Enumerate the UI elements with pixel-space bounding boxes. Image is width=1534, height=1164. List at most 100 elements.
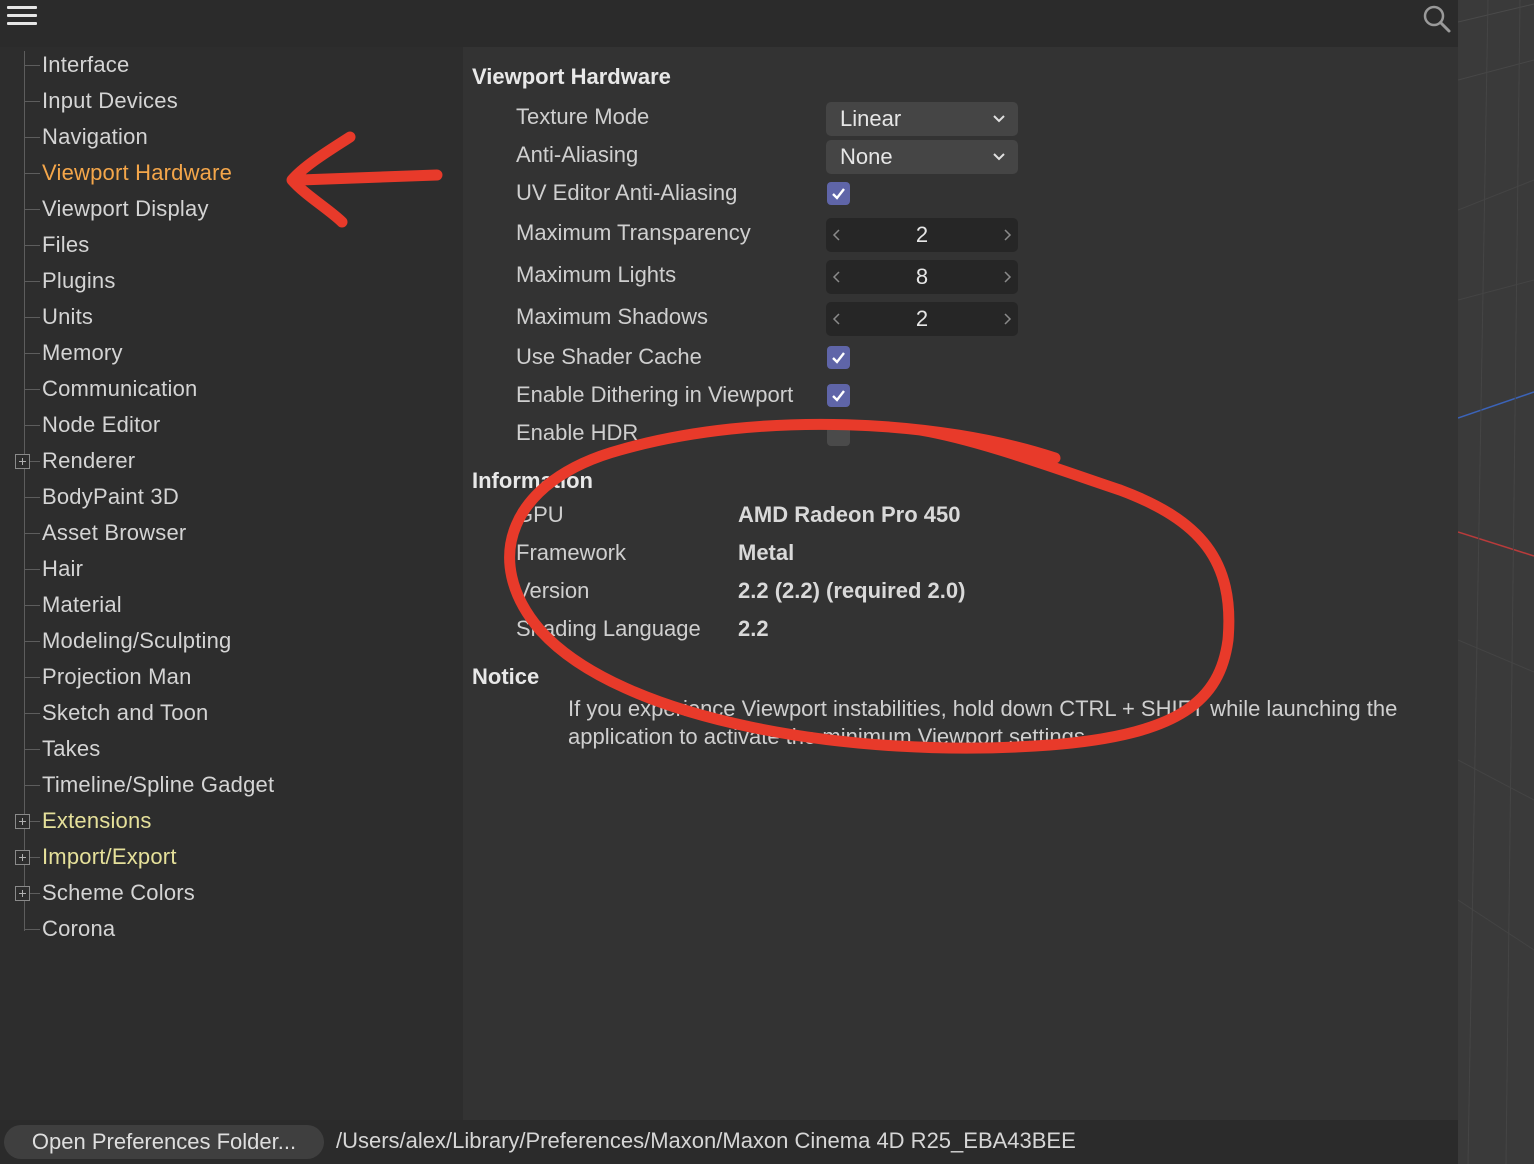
- sidebar-item-label: Viewport Hardware: [42, 160, 233, 185]
- sidebar-item-asset-browser[interactable]: Asset Browser: [24, 515, 186, 551]
- sidebar-item-bodypaint-3d[interactable]: BodyPaint 3D: [24, 479, 179, 515]
- sidebar-item-label: Corona: [42, 916, 116, 941]
- settings-panel: Viewport Hardware Texture Mode Linear An…: [463, 47, 1458, 1120]
- sidebar-item-label: Navigation: [42, 124, 148, 149]
- sidebar-item-navigation[interactable]: Navigation: [24, 119, 148, 155]
- max-lights-value[interactable]: 8: [826, 264, 1018, 290]
- sidebar-item-takes[interactable]: Takes: [24, 731, 100, 767]
- sidebar-item-files[interactable]: Files: [24, 227, 89, 263]
- checkmark-icon: [832, 390, 845, 402]
- sidebar-item-communication[interactable]: Communication: [24, 371, 197, 407]
- max-shadows-stepper[interactable]: 2: [826, 302, 1018, 336]
- max-transparency-value[interactable]: 2: [826, 222, 1018, 248]
- sidebar-item-material[interactable]: Material: [24, 587, 122, 623]
- sidebar-item-modeling-sculpting[interactable]: Modeling/Sculpting: [24, 623, 232, 659]
- sidebar-item-label: Input Devices: [42, 88, 178, 113]
- hamburger-menu-icon[interactable]: [7, 6, 37, 30]
- sidebar-item-viewport-display[interactable]: Viewport Display: [24, 191, 209, 227]
- sidebar-item-label: Interface: [42, 52, 130, 77]
- sidebar-item-label: Asset Browser: [42, 520, 187, 545]
- max-transparency-label: Maximum Transparency: [516, 220, 751, 245]
- framework-label: Framework: [516, 540, 627, 565]
- search-icon[interactable]: [1422, 4, 1452, 34]
- gpu-label: GPU: [516, 502, 564, 527]
- uv-editor-aa-checkbox[interactable]: [827, 182, 850, 205]
- sidebar-item-sketch-and-toon[interactable]: Sketch and Toon: [24, 695, 209, 731]
- anti-aliasing-value: None: [840, 144, 893, 169]
- sidebar-item-label: Sketch and Toon: [42, 700, 209, 725]
- use-shader-cache-checkbox[interactable]: [827, 346, 850, 369]
- top-bar: [0, 0, 1458, 47]
- section-title-viewport-hardware: Viewport Hardware: [472, 64, 671, 89]
- increment-arrow-icon[interactable]: [1001, 269, 1015, 285]
- sidebar-item-scheme-colors[interactable]: Scheme Colors: [15, 875, 195, 911]
- uv-editor-aa-label: UV Editor Anti-Aliasing: [516, 180, 738, 205]
- sidebar-item-label: Material: [42, 592, 122, 617]
- sidebar-item-label: Node Editor: [42, 412, 161, 437]
- expand-plus-icon[interactable]: [15, 885, 30, 901]
- sidebar-item-hair[interactable]: Hair: [24, 551, 83, 587]
- sidebar-item-viewport-hardware[interactable]: Viewport Hardware: [24, 155, 232, 191]
- sidebar-item-label: Timeline/Spline Gadget: [42, 772, 275, 797]
- sidebar-item-input-devices[interactable]: Input Devices: [24, 83, 178, 119]
- expand-plus-icon[interactable]: [15, 849, 30, 865]
- sidebar-item-plugins[interactable]: Plugins: [24, 263, 116, 299]
- chevron-down-icon: [993, 153, 1005, 161]
- expand-plus-icon[interactable]: [15, 813, 30, 829]
- max-transparency-stepper[interactable]: 2: [826, 218, 1018, 252]
- increment-arrow-icon[interactable]: [1001, 311, 1015, 327]
- enable-hdr-checkbox[interactable]: [827, 423, 850, 446]
- version-label: Version: [516, 578, 590, 603]
- sidebar-item-label: Renderer: [42, 448, 136, 473]
- section-title-information: Information: [472, 468, 593, 493]
- sidebar-item-import-export[interactable]: Import/Export: [15, 839, 177, 875]
- sidebar-item-label: Viewport Display: [42, 196, 209, 221]
- footer-bar: Open Preferences Folder... /Users/alex/L…: [0, 1120, 1458, 1164]
- checkmark-icon: [832, 188, 845, 200]
- sidebar-item-label: Import/Export: [42, 844, 177, 869]
- texture-mode-dropdown[interactable]: Linear: [826, 102, 1018, 136]
- sidebar-item-label: Memory: [42, 340, 123, 365]
- enable-hdr-label: Enable HDR: [516, 420, 639, 445]
- sidebar-item-interface[interactable]: Interface: [24, 47, 129, 83]
- sidebar-item-label: Communication: [42, 376, 198, 401]
- sidebar-item-units[interactable]: Units: [24, 299, 93, 335]
- sidebar-item-renderer[interactable]: Renderer: [15, 443, 136, 479]
- expand-plus-icon[interactable]: [15, 453, 30, 469]
- anti-aliasing-label: Anti-Aliasing: [516, 142, 639, 167]
- enable-dithering-label: Enable Dithering in Viewport: [516, 382, 794, 407]
- checkmark-icon: [832, 352, 845, 364]
- sidebar-item-extensions[interactable]: Extensions: [15, 803, 152, 839]
- sidebar-item-corona[interactable]: Corona: [24, 911, 115, 947]
- use-shader-cache-label: Use Shader Cache: [516, 344, 702, 369]
- sidebar-item-node-editor[interactable]: Node Editor: [24, 407, 160, 443]
- sidebar-item-label: Plugins: [42, 268, 116, 293]
- sidebar-item-timeline-spline-gadget[interactable]: Timeline/Spline Gadget: [24, 767, 274, 803]
- chevron-down-icon: [993, 115, 1005, 123]
- texture-mode-value: Linear: [840, 106, 902, 131]
- sidebar-item-label: Units: [42, 304, 94, 329]
- increment-arrow-icon[interactable]: [1001, 227, 1015, 243]
- max-shadows-value[interactable]: 2: [826, 306, 1018, 332]
- open-preferences-folder-button[interactable]: Open Preferences Folder...: [4, 1125, 324, 1159]
- sidebar-item-label: Projection Man: [42, 664, 192, 689]
- sidebar-item-label: Scheme Colors: [42, 880, 195, 905]
- enable-dithering-checkbox[interactable]: [827, 384, 850, 407]
- framework-value: Metal: [738, 540, 795, 565]
- max-shadows-label: Maximum Shadows: [516, 304, 708, 329]
- version-value: 2.2 (2.2) (required 2.0): [738, 578, 966, 603]
- shading-language-label: Shading Language: [516, 616, 701, 641]
- sidebar-item-label: Modeling/Sculpting: [42, 628, 232, 653]
- texture-mode-label: Texture Mode: [516, 104, 650, 129]
- sidebar-item-label: BodyPaint 3D: [42, 484, 179, 509]
- preferences-sidebar: Interface Input Devices Navigation Viewp…: [0, 47, 463, 1120]
- anti-aliasing-dropdown[interactable]: None: [826, 140, 1018, 174]
- section-title-notice: Notice: [472, 664, 540, 689]
- sidebar-item-label: Hair: [42, 556, 84, 581]
- sidebar-item-projection-man[interactable]: Projection Man: [24, 659, 192, 695]
- sidebar-item-label: Files: [42, 232, 90, 257]
- sidebar-item-memory[interactable]: Memory: [24, 335, 123, 371]
- viewport-grid: [1458, 0, 1534, 1164]
- max-lights-label: Maximum Lights: [516, 262, 677, 287]
- max-lights-stepper[interactable]: 8: [826, 260, 1018, 294]
